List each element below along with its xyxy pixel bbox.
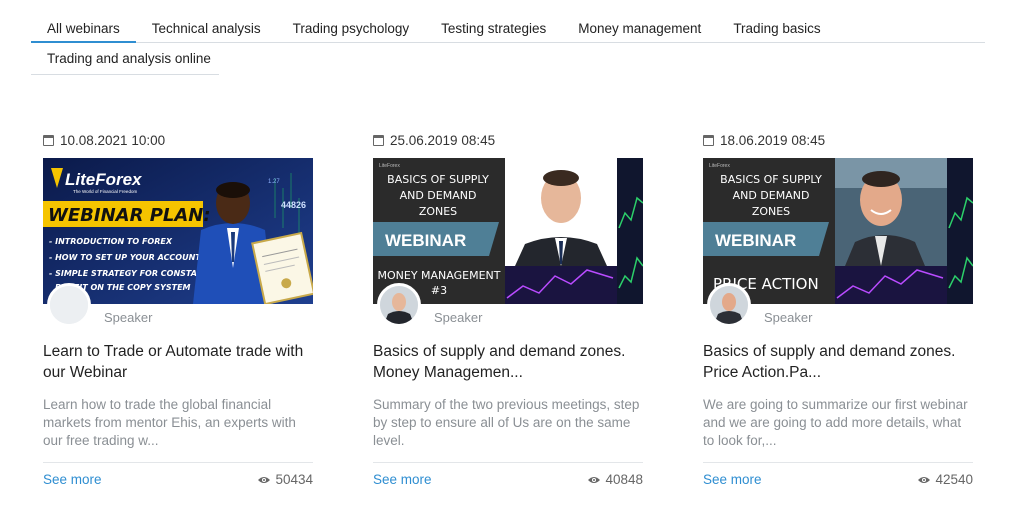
speaker-avatar bbox=[707, 283, 751, 327]
tab-money-management[interactable]: Money management bbox=[562, 14, 717, 42]
calendar-icon bbox=[373, 134, 384, 146]
webinar-date: 25.06.2019 08:45 bbox=[373, 131, 643, 149]
tab-trading-basics[interactable]: Trading basics bbox=[717, 14, 836, 42]
tab-technical-analysis[interactable]: Technical analysis bbox=[136, 14, 277, 42]
webinar-thumbnail[interactable]: 1.27 44826 LiteForex The World of Financ… bbox=[43, 158, 313, 304]
webinar-title[interactable]: Basics of supply and demand zones. Money… bbox=[373, 341, 643, 383]
speaker-row: Speaker bbox=[373, 283, 643, 327]
card-footer: See more 42540 bbox=[703, 462, 973, 496]
tab-all-webinars[interactable]: All webinars bbox=[31, 14, 136, 43]
calendar-icon bbox=[43, 134, 54, 146]
thumb-banner: WEBINAR bbox=[715, 231, 796, 250]
webinar-date-text: 25.06.2019 08:45 bbox=[390, 132, 496, 148]
thumb-headline: WEBINAR PLAN: bbox=[48, 205, 211, 226]
thumb-line: BASICS OF SUPPLY bbox=[720, 173, 822, 186]
thumb-line: ZONES bbox=[752, 205, 790, 218]
webinar-thumbnail[interactable]: LiteForex BASICS OF SUPPLY AND DEMAND ZO… bbox=[373, 158, 643, 304]
see-more-link[interactable]: See more bbox=[43, 472, 102, 487]
webinar-card[interactable]: 10.08.2021 10:00 1.27 44826 LiteForex Th… bbox=[43, 131, 313, 496]
tab-trading-psychology[interactable]: Trading psychology bbox=[277, 14, 426, 42]
webinar-description: Learn how to trade the global financial … bbox=[43, 397, 296, 448]
see-more-link[interactable]: See more bbox=[703, 472, 762, 487]
svg-text:44826: 44826 bbox=[281, 200, 306, 210]
thumb-line: AND DEMAND bbox=[733, 189, 810, 202]
webinar-thumbnail[interactable]: LiteForex BASICS OF SUPPLY AND DEMAND ZO… bbox=[703, 158, 973, 304]
speaker-label: Speaker bbox=[764, 310, 813, 325]
webinar-date-text: 10.08.2021 10:00 bbox=[60, 132, 166, 148]
webinar-date: 10.08.2021 10:00 bbox=[43, 131, 313, 149]
tab-trading-and-analysis-online[interactable]: Trading and analysis online bbox=[31, 43, 227, 74]
speaker-row: Speaker bbox=[43, 283, 313, 327]
speaker-row: Speaker bbox=[703, 283, 973, 327]
thumb-bullet: - INTRODUCTION TO FOREX bbox=[49, 237, 173, 246]
thumb-line: AND DEMAND bbox=[400, 189, 477, 202]
view-count: 40848 bbox=[588, 472, 643, 487]
tab-row-1: All webinars Technical analysis Trading … bbox=[31, 14, 985, 43]
see-more-link[interactable]: See more bbox=[373, 472, 432, 487]
eye-icon bbox=[588, 476, 601, 483]
speaker-label: Speaker bbox=[434, 310, 483, 325]
webinar-card[interactable]: 18.06.2019 08:45 LiteForex BASICS OF SUP… bbox=[703, 131, 973, 496]
webinar-title[interactable]: Basics of supply and demand zones. Price… bbox=[703, 341, 973, 383]
view-count-value: 50434 bbox=[275, 472, 313, 487]
thumb-bullet: - SIMPLE STRATEGY FOR CONSTANT bbox=[49, 269, 210, 278]
view-count: 50434 bbox=[258, 472, 313, 487]
view-count: 42540 bbox=[918, 472, 973, 487]
webinar-date-text: 18.06.2019 08:45 bbox=[720, 132, 826, 148]
brand-subtitle: The World of Financial Freedom bbox=[73, 189, 137, 194]
webinar-date: 18.06.2019 08:45 bbox=[703, 131, 973, 149]
webinar-category-tabs: All webinars Technical analysis Trading … bbox=[31, 14, 985, 75]
brand-logo: LiteForex bbox=[379, 163, 400, 169]
brand-logo: LiteForex bbox=[65, 170, 143, 189]
webinar-title[interactable]: Learn to Trade or Automate trade with ou… bbox=[43, 341, 313, 383]
thumb-line: ZONES bbox=[419, 205, 457, 218]
webinar-description: We are going to summarize our first webi… bbox=[703, 397, 968, 448]
calendar-icon bbox=[703, 134, 714, 146]
tab-testing-strategies[interactable]: Testing strategies bbox=[425, 14, 562, 42]
thumb-line: BASICS OF SUPPLY bbox=[387, 173, 489, 186]
view-count-value: 42540 bbox=[935, 472, 973, 487]
speaker-avatar bbox=[47, 283, 91, 327]
tab-row-2: Trading and analysis online bbox=[31, 43, 219, 75]
svg-text:1.27: 1.27 bbox=[268, 179, 280, 185]
view-count-value: 40848 bbox=[605, 472, 643, 487]
eye-icon bbox=[258, 476, 271, 483]
speaker-label: Speaker bbox=[104, 310, 153, 325]
card-footer: See more 50434 bbox=[43, 462, 313, 496]
speaker-avatar bbox=[377, 283, 421, 327]
webinar-description: Summary of the two previous meetings, st… bbox=[373, 397, 640, 448]
eye-icon bbox=[918, 476, 931, 483]
thumb-banner: WEBINAR bbox=[385, 231, 466, 250]
card-footer: See more 40848 bbox=[373, 462, 643, 496]
thumb-line: #3 bbox=[431, 284, 447, 297]
webinar-card[interactable]: 25.06.2019 08:45 LiteForex BASICS OF SUP… bbox=[373, 131, 643, 496]
brand-logo: LiteForex bbox=[709, 163, 730, 169]
thumb-line: MONEY MANAGEMENT bbox=[378, 269, 501, 282]
